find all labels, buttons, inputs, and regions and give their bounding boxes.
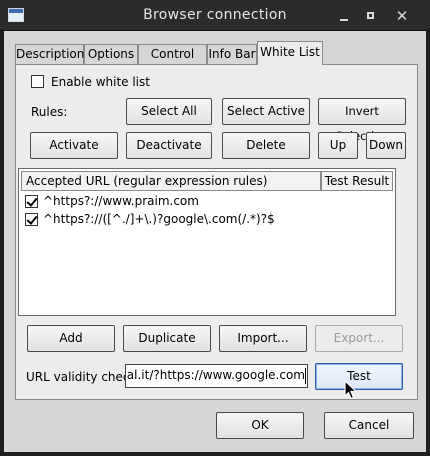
url-validity-label: URL validity check — [26, 370, 137, 384]
export-button[interactable]: Export... — [315, 325, 403, 352]
rule-url[interactable]: ^https?://www.praim.com — [43, 194, 199, 208]
column-header-url[interactable]: Accepted URL (regular expression rules) — [21, 171, 321, 191]
dialog-body: Description Options Control Bar Info Bar… — [4, 31, 426, 452]
close-icon[interactable]: ✕ — [393, 7, 411, 25]
move-up-button[interactable]: Up — [318, 132, 358, 159]
url-validity-input[interactable]: al.it/?https://www.google.com — [125, 364, 308, 388]
enable-white-list-label: Enable white list — [51, 75, 150, 89]
activate-button[interactable]: Activate — [30, 132, 118, 159]
tab-info-bar[interactable]: Info Bar — [207, 44, 257, 64]
rule-checkbox[interactable] — [25, 195, 38, 208]
tab-description[interactable]: Description — [15, 44, 84, 64]
rule-checkbox[interactable] — [25, 213, 38, 226]
duplicate-button[interactable]: Duplicate — [123, 325, 211, 352]
import-button[interactable]: Import... — [219, 325, 307, 352]
move-down-button[interactable]: Down — [366, 132, 406, 159]
tab-options[interactable]: Options — [84, 44, 138, 64]
tab-control-bar[interactable]: Control Bar — [138, 44, 207, 79]
invert-selection-button[interactable]: Invert Selection — [318, 98, 406, 143]
text-caret — [305, 368, 306, 384]
cancel-button[interactable]: Cancel — [324, 412, 414, 439]
title-bar: Browser connection ✕ — [0, 0, 430, 31]
rules-label: Rules: — [31, 105, 68, 119]
minimize-icon[interactable] — [336, 7, 354, 25]
deactivate-button[interactable]: Deactivate — [126, 132, 212, 159]
add-button[interactable]: Add — [27, 325, 115, 352]
tab-white-list[interactable]: White List — [257, 41, 323, 65]
select-active-button[interactable]: Select Active — [222, 98, 310, 125]
rules-list[interactable]: Accepted URL (regular expression rules) … — [18, 168, 396, 316]
column-header-test-result[interactable]: Test Result — [321, 171, 393, 191]
test-button[interactable]: Test — [315, 363, 403, 390]
rule-url[interactable]: ^https?://([^./]+\.)?google\.com(/.*)?$ — [43, 212, 275, 226]
select-all-button[interactable]: Select All — [126, 98, 212, 125]
mouse-pointer-icon — [344, 380, 358, 400]
maximize-icon[interactable] — [362, 7, 380, 25]
enable-white-list-checkbox[interactable] — [31, 75, 44, 88]
ok-button[interactable]: OK — [216, 412, 304, 439]
delete-button[interactable]: Delete — [222, 132, 310, 159]
url-validity-value: al.it/?https://www.google.com — [126, 368, 305, 382]
